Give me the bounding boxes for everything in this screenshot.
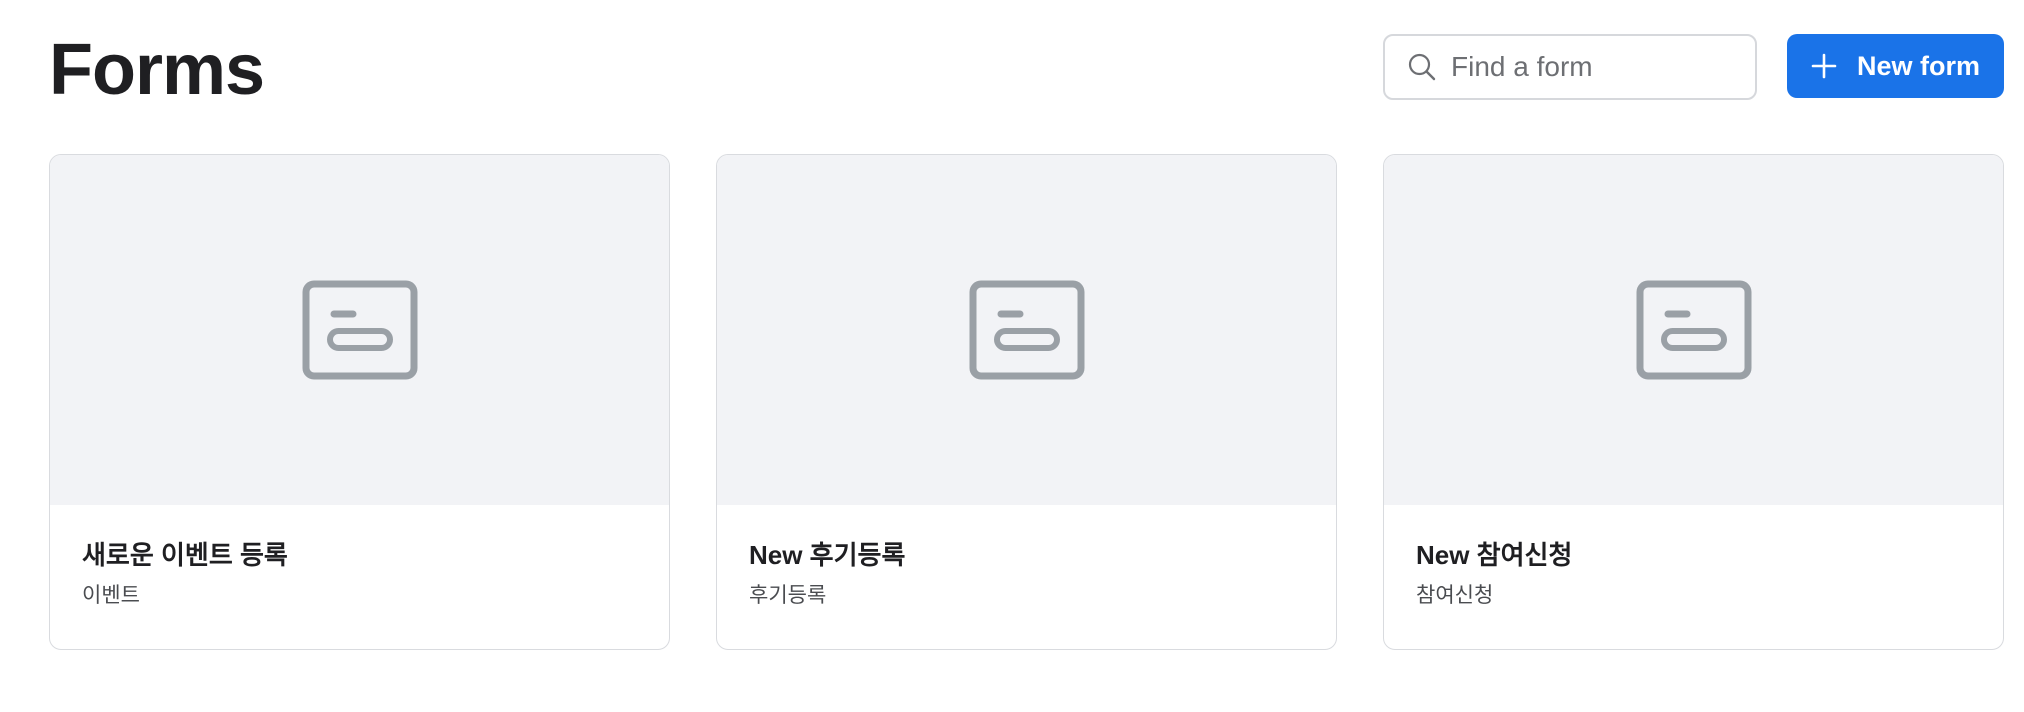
- form-cards: 새로운 이벤트 등록 이벤트 New 후기등록 후기등록 New 참여신청 참여…: [49, 154, 2004, 650]
- form-subtitle: 이벤트: [82, 584, 140, 607]
- page-title: Forms: [49, 30, 265, 110]
- form-subtitle: 후기등록: [749, 584, 827, 607]
- search-input[interactable]: [1451, 36, 1812, 98]
- new-form-label: New form: [1856, 50, 1981, 81]
- form-thumbnail: [50, 155, 669, 505]
- search-icon: [1408, 53, 1436, 81]
- plus-icon: [1811, 53, 1837, 79]
- form-title: 새로운 이벤트 등록: [82, 540, 288, 570]
- form-icon: [969, 280, 1084, 380]
- forms-page: Forms New form 새로운 이벤트 등록 이벤트: [0, 0, 2024, 712]
- form-card[interactable]: New 참여신청 참여신청: [1383, 154, 2004, 650]
- form-thumbnail: [717, 155, 1336, 505]
- new-form-button[interactable]: New form: [1787, 34, 2004, 98]
- search-box[interactable]: [1383, 34, 1812, 100]
- form-thumbnail: [1384, 155, 2003, 505]
- form-card[interactable]: 새로운 이벤트 등록 이벤트: [49, 154, 670, 650]
- form-icon: [1636, 280, 1751, 380]
- form-title: New 참여신청: [1416, 540, 1573, 570]
- form-title: New 후기등록: [749, 540, 906, 570]
- form-icon: [302, 280, 417, 380]
- form-subtitle: 참여신청: [1416, 584, 1494, 607]
- form-card[interactable]: New 후기등록 후기등록: [716, 154, 1337, 650]
